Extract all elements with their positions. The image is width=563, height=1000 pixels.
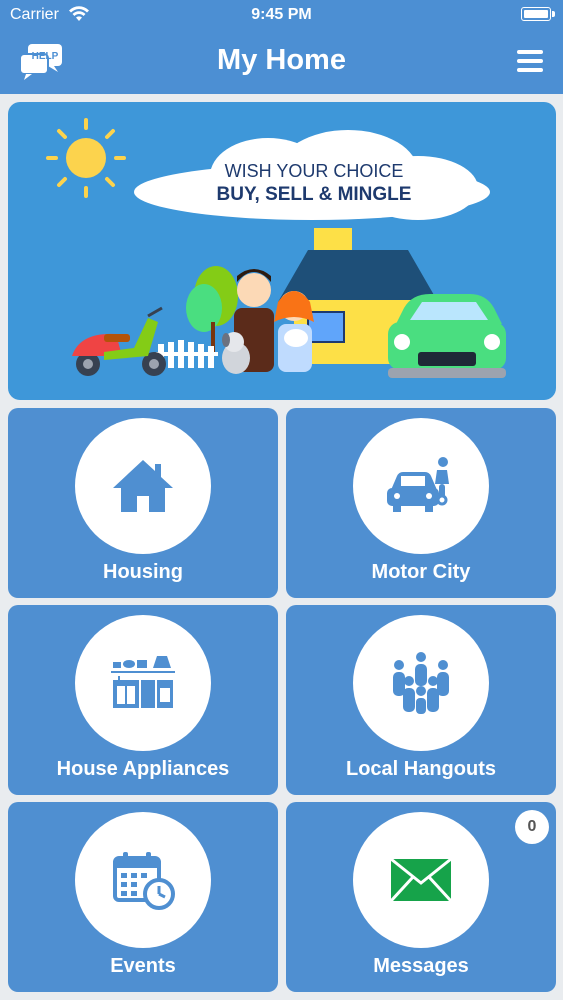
motor-city-icon-circle	[353, 418, 489, 554]
tile-label: Events	[110, 955, 176, 977]
appliances-icon-circle	[75, 615, 211, 751]
message-count-badge: 0	[515, 810, 549, 844]
battery-icon	[521, 7, 555, 21]
tile-housing[interactable]: Housing	[8, 408, 278, 598]
tile-label: House Appliances	[56, 758, 230, 780]
tile-label: Motor City	[371, 561, 471, 583]
scooter-illustration	[72, 306, 166, 376]
clock: 9:45 PM	[251, 6, 312, 23]
top-bar: Carrier 9:45 PM HELP My Home	[0, 0, 563, 94]
tile-label: Local Hangouts	[345, 758, 496, 780]
tile-events[interactable]: Events	[8, 802, 278, 992]
hangouts-icon-circle	[353, 615, 489, 751]
page-title: My Home	[217, 44, 346, 76]
messages-icon-circle	[353, 812, 489, 948]
tile-house-appliances[interactable]: House Appliances	[8, 605, 278, 795]
tile-local-hangouts[interactable]: Local Hangouts	[286, 605, 556, 795]
promo-banner[interactable]: WISH YOUR CHOICE BUY, SELL & MINGLE	[8, 102, 556, 400]
car-illustration	[388, 294, 506, 378]
car-motorbike-icon	[387, 457, 449, 512]
tile-label: Messages	[373, 955, 469, 977]
banner-line-1: WISH YOUR CHOICE	[225, 161, 404, 181]
hamburger-menu-icon[interactable]	[517, 50, 543, 72]
tile-messages[interactable]: 0 Messages	[286, 802, 556, 992]
kitchen-appliances-icon	[111, 656, 175, 708]
housing-icon-circle	[75, 418, 211, 554]
envelope-icon	[389, 857, 453, 903]
tile-motor-city[interactable]: Motor City	[286, 408, 556, 598]
banner-line-2: BUY, SELL & MINGLE	[217, 184, 412, 205]
calendar-clock-icon	[113, 852, 175, 910]
house-icon	[113, 460, 173, 512]
banner-illustration: WISH YOUR CHOICE BUY, SELL & MINGLE	[46, 118, 506, 378]
status-bar: Carrier 9:45 PM	[0, 0, 563, 30]
sun-icon	[46, 118, 126, 198]
people-group-icon	[393, 652, 449, 714]
events-icon-circle	[75, 812, 211, 948]
tile-label: Housing	[103, 561, 183, 583]
